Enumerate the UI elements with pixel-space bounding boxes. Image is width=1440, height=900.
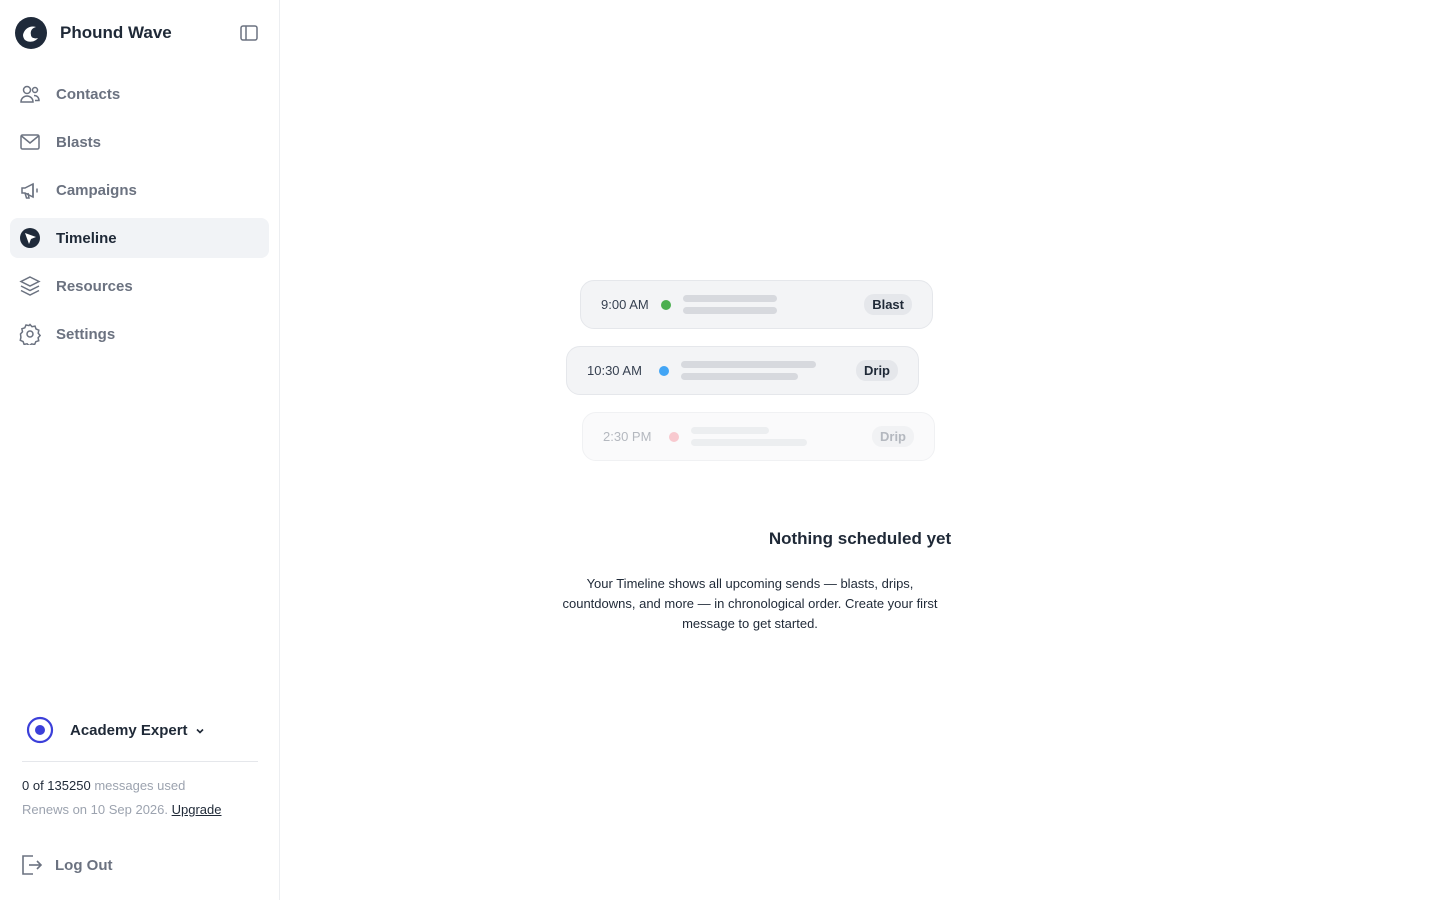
sidebar-nav: Contacts Blasts Campaigns Timeline Resou… [10,74,269,362]
account-switcher[interactable]: Academy Expert [22,716,258,762]
sidebar-item-label: Contacts [56,85,121,103]
preview-time: 10:30 AM [587,363,642,378]
sidebar-item-label: Blasts [56,133,102,151]
messages-suffix: messages used [94,778,186,793]
brand: Phound Wave [14,16,266,50]
sidebar-item-timeline[interactable]: Timeline [10,218,269,258]
placeholder-lines [691,427,872,446]
megaphone-icon [19,179,41,201]
type-badge: Drip [856,360,898,381]
gear-icon [19,323,41,345]
logout-label: Log Out [55,856,113,874]
empty-state-title: Nothing scheduled yet [768,529,952,548]
layers-icon [19,275,41,297]
account-avatar-icon [26,716,54,744]
upgrade-link[interactable]: Upgrade [172,802,222,817]
type-badge: Drip [872,426,914,447]
empty-state-description: Your Timeline shows all upcoming sends —… [562,576,938,631]
placeholder-lines [681,361,856,380]
sidebar-item-resources[interactable]: Resources [10,266,269,306]
mail-icon [19,131,41,153]
sidebar-item-campaigns[interactable]: Campaigns [10,170,269,210]
placeholder-lines [683,295,864,314]
messages-count: 0 of 135250 [22,778,91,793]
renewal-date: Renews on 10 Sep 2026. [22,802,168,817]
collapse-sidebar-button[interactable] [238,22,260,44]
timeline-preview-card: 10:30 AM Drip [566,346,919,395]
main-content: 9:00 AM Blast 10:30 AM Drip 2:30 PM Drip… [280,0,1440,900]
app: Phound Wave Contacts Blasts Campaigns Ti… [0,0,1440,900]
sidebar-item-label: Settings [56,325,116,343]
status-dot [661,299,671,310]
messages-used: 0 of 135250 messages used [22,774,222,798]
logout-icon [18,852,44,878]
status-dot [669,431,679,442]
brand-name: Phound Wave [60,23,172,42]
type-badge: Blast [864,294,912,315]
timeline-icon [19,227,41,249]
renewal-info: Renews on 10 Sep 2026. Upgrade [22,798,222,822]
sidebar-item-settings[interactable]: Settings [10,314,269,354]
account-name: Academy Expert [70,722,188,739]
status-dot [659,365,669,376]
sidebar-toggle-icon [240,25,258,41]
sidebar-item-label: Campaigns [56,181,137,199]
sidebar-item-label: Resources [56,277,133,295]
sidebar-item-contacts[interactable]: Contacts [10,74,269,114]
chevron-down-icon [194,725,206,737]
preview-time: 2:30 PM [603,429,652,444]
timeline-preview-card: 2:30 PM Drip [582,412,935,461]
sidebar: Phound Wave Contacts Blasts Campaigns Ti… [0,0,280,900]
timeline-preview-card: 9:00 AM Blast [580,280,933,329]
usage-info: 0 of 135250 messages used Renews on 10 S… [22,774,222,822]
phound-wave-logo-icon [14,16,48,50]
users-icon [19,83,41,105]
preview-time: 9:00 AM [601,297,649,312]
sidebar-item-label: Timeline [56,229,117,247]
sidebar-item-blasts[interactable]: Blasts [10,122,269,162]
logout-button[interactable]: Log Out [18,850,112,880]
